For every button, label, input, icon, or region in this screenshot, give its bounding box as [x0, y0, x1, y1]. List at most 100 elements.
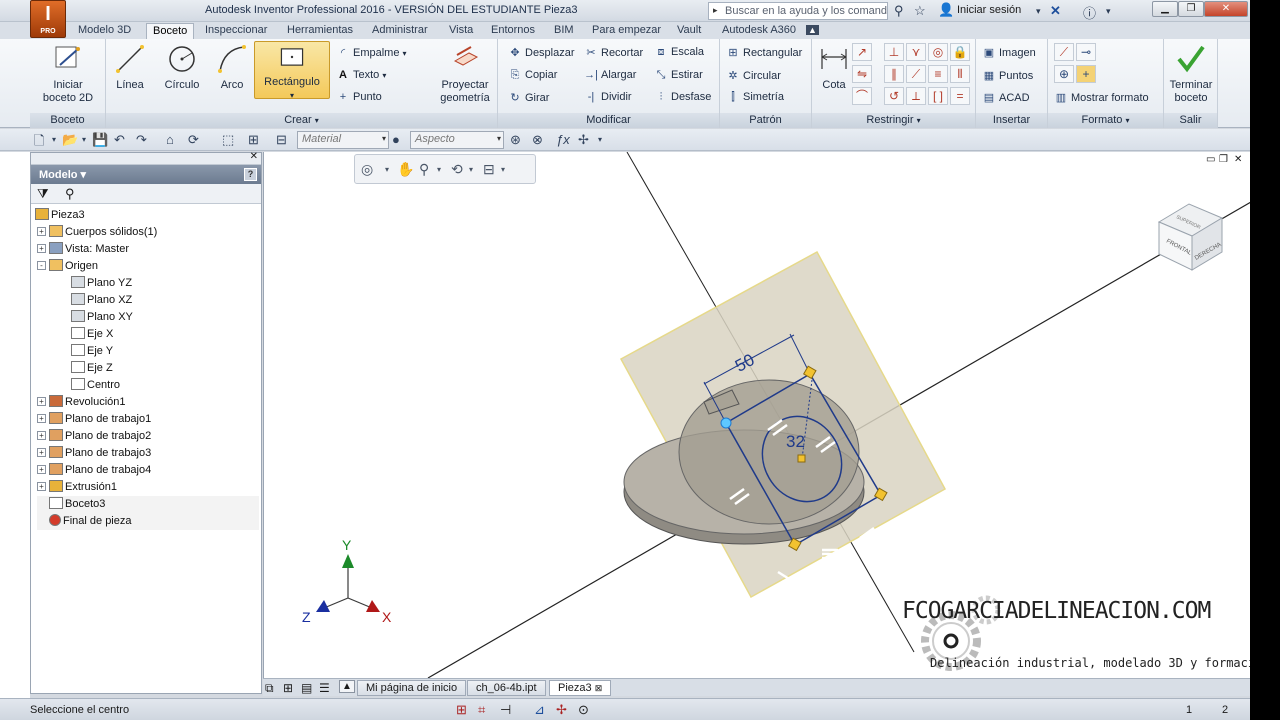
circular-pattern-button[interactable]: ✲ Circular: [726, 69, 781, 82]
tab-entornos[interactable]: Entornos: [485, 23, 541, 39]
browser-close-icon[interactable]: ✕: [250, 151, 258, 162]
vertical-icon[interactable]: ⦀: [950, 65, 970, 83]
browser-help-icon[interactable]: ?: [244, 168, 257, 181]
undo-icon[interactable]: ↶: [114, 132, 125, 148]
viewcube[interactable]: FRONTAL DERECHA SUPERIOR: [1157, 203, 1224, 271]
tree-item[interactable]: Pieza3: [35, 207, 259, 224]
tree-expander-icon[interactable]: +: [37, 226, 46, 236]
tree-item[interactable]: Final de pieza: [37, 513, 259, 530]
qat-customize-icon[interactable]: ▾: [598, 135, 602, 144]
insert-points-button[interactable]: ▦ Puntos: [982, 69, 1033, 82]
start-sketch-button[interactable]: Iniciar boceto 2D: [38, 43, 98, 105]
tree-item[interactable]: + Vista: Master: [37, 241, 259, 258]
tile-vertical-icon[interactable]: ▤: [301, 681, 312, 695]
move-button[interactable]: ✥ Desplazar: [508, 46, 574, 59]
construction-icon[interactable]: ⟋: [1054, 43, 1074, 61]
help-search-input[interactable]: ▸ Buscar en la ayuda y los comandos: [708, 2, 888, 20]
symmetric-icon[interactable]: [ ]: [928, 87, 948, 105]
material-select[interactable]: Material ▾: [297, 131, 389, 149]
center-point-icon[interactable]: ⊕: [1054, 65, 1074, 83]
rotate-button[interactable]: ↻ Girar: [508, 91, 549, 104]
tree-item[interactable]: + Cuerpos sólidos(1): [37, 224, 259, 241]
add-icon[interactable]: ✢: [578, 132, 589, 148]
open-dropdown-icon[interactable]: ▾: [82, 135, 86, 144]
new-dropdown-icon[interactable]: ▾: [52, 135, 56, 144]
binoculars-icon[interactable]: ⚲: [894, 3, 904, 19]
line-button[interactable]: Línea: [112, 43, 148, 92]
measure-icon[interactable]: ⊞: [248, 132, 259, 148]
browser-header[interactable]: Modelo ▾?: [31, 165, 261, 184]
equal-icon[interactable]: =: [950, 87, 970, 105]
scale-button[interactable]: ⧈ Escala: [654, 46, 705, 59]
tab-modelo-3d[interactable]: Modelo 3D: [72, 23, 137, 39]
circle-button[interactable]: Círculo: [160, 43, 204, 92]
smooth-icon[interactable]: ↺: [884, 87, 904, 105]
show-constraints-icon[interactable]: ⌒: [852, 87, 872, 105]
text-button[interactable]: A Texto ▾: [336, 69, 386, 81]
tree-item[interactable]: Boceto3: [37, 496, 259, 513]
finish-sketch-button[interactable]: Terminar boceto: [1166, 43, 1216, 105]
centerline-icon[interactable]: ⊸: [1076, 43, 1096, 61]
stretch-button[interactable]: ⤡ Estirar: [654, 69, 703, 82]
cascade-icon[interactable]: ☰: [319, 681, 330, 695]
signin-link[interactable]: Iniciar sesión: [957, 4, 1021, 16]
tree-expander-icon[interactable]: +: [37, 447, 46, 457]
show-format-button[interactable]: ▥ Mostrar formato: [1054, 91, 1149, 104]
ifeature-icon[interactable]: ⊟: [276, 132, 287, 148]
trim-button[interactable]: ✂ Recortar: [584, 46, 643, 59]
help-dropdown-icon[interactable]: ▾: [1106, 6, 1111, 17]
doc-tab-close-icon[interactable]: ⊠: [595, 683, 603, 693]
doc-tab-ch06[interactable]: ch_06-4b.ipt: [467, 680, 546, 696]
tree-expander-icon[interactable]: +: [37, 464, 46, 474]
tree-expander-icon[interactable]: +: [37, 413, 46, 423]
fx-icon[interactable]: ƒx: [556, 132, 570, 147]
tree-item[interactable]: - Origen: [37, 258, 259, 275]
panel-restringir-dropdown-icon[interactable]: ▾: [917, 116, 921, 125]
open-icon[interactable]: 📂: [62, 132, 78, 148]
select-icon[interactable]: ⬚: [222, 132, 234, 148]
tab-boceto[interactable]: Boceto: [146, 23, 195, 39]
tree-item[interactable]: + Revolución1: [37, 394, 259, 411]
status-constraint-icon[interactable]: ⊿: [534, 702, 545, 718]
doc-tab-home[interactable]: Mi página de inicio: [357, 680, 467, 696]
insert-acad-button[interactable]: ▤ ACAD: [982, 91, 1030, 104]
tree-expander-icon[interactable]: +: [37, 430, 46, 440]
exchange-x-icon[interactable]: ✕: [1050, 3, 1061, 19]
clear-icon[interactable]: ⊗: [532, 132, 543, 148]
search-dropdown-icon[interactable]: ▸: [713, 5, 718, 16]
perpendicular-icon[interactable]: ⊥: [884, 43, 904, 61]
close-button[interactable]: ✕: [1204, 1, 1248, 17]
tab-bim[interactable]: BIM: [548, 23, 580, 39]
parallel-icon[interactable]: ∥: [884, 65, 904, 83]
tree-item[interactable]: Plano XZ: [71, 292, 259, 309]
minimize-button[interactable]: ▁: [1152, 1, 1178, 17]
point-button[interactable]: + Punto: [336, 91, 382, 103]
tab-inspeccionar[interactable]: Inspeccionar: [199, 23, 273, 39]
dimension-button[interactable]: Cota: [816, 43, 852, 92]
chevron-down-icon[interactable]: ▾: [1036, 6, 1041, 17]
text-dropdown-icon[interactable]: ▾: [382, 71, 386, 80]
material-dropdown-icon[interactable]: ▾: [382, 134, 386, 143]
tab-administrar[interactable]: Administrar: [366, 23, 434, 39]
document-menu-icon[interactable]: ▲: [339, 680, 355, 693]
tab-autodesk-a360[interactable]: Autodesk A360: [716, 23, 802, 39]
find-icon[interactable]: ⚲: [65, 186, 75, 202]
tangent-icon[interactable]: ⋎: [906, 43, 926, 61]
tree-item[interactable]: + Extrusión1: [37, 479, 259, 496]
doc-tab-pieza3[interactable]: Pieza3 ⊠: [549, 680, 612, 696]
tree-item[interactable]: Eje Y: [71, 343, 259, 360]
tree-item[interactable]: Centro: [71, 377, 259, 394]
insert-image-button[interactable]: ▣ Imagen: [982, 46, 1036, 59]
help-icon[interactable]: ⓘ: [1083, 3, 1096, 22]
copy-button[interactable]: ⎘ Copiar: [508, 69, 558, 82]
tab-vault[interactable]: Vault: [671, 23, 707, 39]
tree-item[interactable]: + Plano de trabajo1: [37, 411, 259, 428]
auto-dimension-icon[interactable]: ↗: [852, 43, 872, 61]
reference-icon[interactable]: +: [1076, 65, 1096, 83]
status-snap-icon[interactable]: ⌗: [478, 702, 485, 718]
save-icon[interactable]: 💾: [92, 132, 108, 148]
project-geometry-button[interactable]: Proyectar geometría: [436, 43, 494, 105]
collinear-icon[interactable]: ⟋: [906, 65, 926, 83]
tree-item[interactable]: Plano XY: [71, 309, 259, 326]
appearance-select[interactable]: Aspecto ▾: [410, 131, 504, 149]
